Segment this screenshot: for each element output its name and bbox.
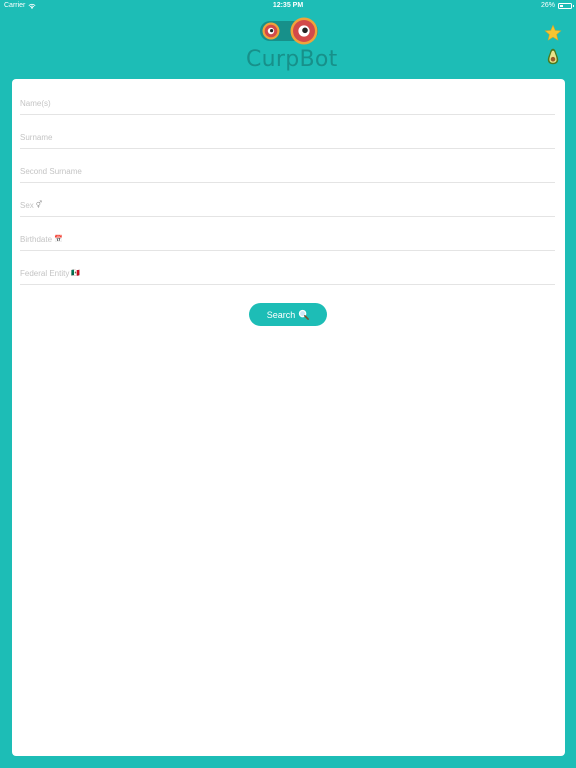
name-field[interactable]: Name(s) xyxy=(20,85,555,115)
avocado-icon[interactable] xyxy=(547,48,559,65)
status-bar: Carrier 12:35 PM 26% xyxy=(0,0,576,12)
search-button-label: Search xyxy=(266,309,296,320)
name-field-label: Name(s) xyxy=(20,99,51,108)
second-surname-field-placeholder: Second Surname xyxy=(20,167,82,176)
second-surname-field[interactable]: Second Surname xyxy=(20,153,555,183)
status-time: 12:35 PM xyxy=(272,2,304,9)
search-form-card: Name(s) Surname Second Surname Sex ⚥ Bir… xyxy=(12,79,565,756)
search-button[interactable]: Search xyxy=(249,303,327,326)
sex-field-placeholder: Sex xyxy=(20,201,34,210)
surname-field-placeholder: Surname xyxy=(20,133,53,142)
app-logo: CurpBot xyxy=(246,16,338,74)
calendar-icon: 📅 xyxy=(54,235,63,243)
star-icon[interactable] xyxy=(544,24,562,42)
status-right: 26% xyxy=(540,0,574,12)
birthdate-field-label: Birthdate 📅 xyxy=(20,235,63,244)
battery-fill xyxy=(560,5,563,7)
magnifier-icon xyxy=(299,309,310,320)
eyes-logo-icon xyxy=(260,17,318,45)
birthdate-field-placeholder: Birthdate xyxy=(20,235,53,244)
federal-entity-field-label: Federal Entity 🇲🇽 xyxy=(20,269,80,278)
surname-field-label: Surname xyxy=(20,133,52,142)
name-field-placeholder: Name(s) xyxy=(20,99,51,108)
sex-field-label: Sex ⚥ xyxy=(20,201,42,210)
federal-entity-field[interactable]: Federal Entity 🇲🇽 xyxy=(20,255,555,285)
battery-percent: 26% xyxy=(540,2,555,9)
federal-entity-field-placeholder: Federal Entity xyxy=(20,269,70,278)
second-surname-field-label: Second Surname xyxy=(20,167,82,176)
gender-symbol-icon: ⚥ xyxy=(35,201,43,209)
app-screen: Carrier 12:35 PM 26% CurpBot Name(s) Sur… xyxy=(0,0,576,768)
sex-field[interactable]: Sex ⚥ xyxy=(20,187,555,217)
surname-field[interactable]: Surname xyxy=(20,119,555,149)
app-title: CurpBot xyxy=(246,47,338,72)
battery-icon xyxy=(558,3,574,9)
birthdate-field[interactable]: Birthdate 📅 xyxy=(20,221,555,251)
mexico-flag-icon: 🇲🇽 xyxy=(71,269,81,277)
